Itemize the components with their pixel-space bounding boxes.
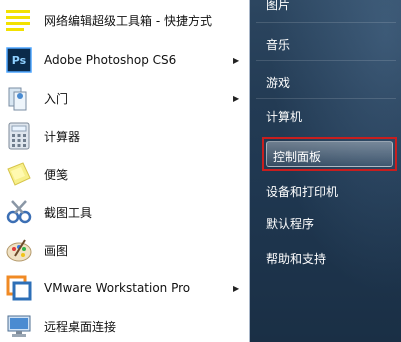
control-panel-link[interactable]: 控制面板 bbox=[273, 148, 321, 165]
sticky-notes-icon bbox=[4, 160, 34, 188]
program-label: Adobe Photoshop CS6 bbox=[44, 53, 177, 67]
paint-icon bbox=[4, 236, 34, 264]
vmware-icon bbox=[4, 274, 34, 302]
devices-printers-link[interactable]: 设备和打印机 bbox=[266, 183, 338, 200]
divider bbox=[256, 60, 396, 61]
program-item-vmware[interactable]: VMware Workstation Pro ▶ bbox=[0, 270, 249, 306]
snipping-tool-icon bbox=[4, 198, 34, 226]
program-item-photoshop[interactable]: Ps Adobe Photoshop CS6 ▶ bbox=[0, 42, 249, 78]
divider bbox=[256, 22, 396, 23]
program-item-sticky-notes[interactable]: 便笺 bbox=[0, 156, 249, 192]
computer-link[interactable]: 计算机 bbox=[266, 108, 302, 125]
control-panel-highlight[interactable]: 控制面板 bbox=[262, 137, 397, 171]
getting-started-icon bbox=[4, 84, 34, 112]
program-label: 入门 bbox=[44, 91, 69, 106]
divider bbox=[256, 98, 396, 99]
program-label: VMware Workstation Pro bbox=[44, 281, 191, 295]
program-item-toolbox[interactable]: 网络编辑超级工具箱 - 快捷方式 bbox=[0, 2, 249, 38]
program-label: 计算器 bbox=[44, 129, 81, 144]
help-support-link[interactable]: 帮助和支持 bbox=[266, 250, 326, 267]
submenu-arrow-icon[interactable]: ▶ bbox=[233, 56, 239, 65]
control-panel-hover[interactable]: 控制面板 bbox=[266, 141, 393, 167]
pictures-link[interactable]: 图片 bbox=[266, 0, 290, 13]
program-label: 截图工具 bbox=[44, 205, 93, 220]
program-item-paint[interactable]: 画图 bbox=[0, 232, 249, 268]
submenu-arrow-icon[interactable]: ▶ bbox=[233, 284, 239, 293]
program-label: 便笺 bbox=[44, 167, 69, 182]
program-list: 网络编辑超级工具箱 - 快捷方式 Ps Adobe Photoshop CS6 … bbox=[0, 0, 250, 342]
start-menu: 网络编辑超级工具箱 - 快捷方式 Ps Adobe Photoshop CS6 … bbox=[0, 0, 401, 342]
program-label: 远程桌面连接 bbox=[44, 319, 117, 334]
submenu-arrow-icon[interactable]: ▶ bbox=[233, 94, 239, 103]
default-programs-link[interactable]: 默认程序 bbox=[266, 215, 314, 232]
calculator-icon bbox=[4, 122, 34, 150]
program-label: 网络编辑超级工具箱 - 快捷方式 bbox=[44, 13, 212, 28]
program-item-calculator[interactable]: 计算器 bbox=[0, 118, 249, 154]
program-label: 画图 bbox=[44, 243, 69, 258]
program-item-snipping-tool[interactable]: 截图工具 bbox=[0, 194, 249, 230]
music-link[interactable]: 音乐 bbox=[266, 36, 290, 53]
svg-text:Ps: Ps bbox=[12, 54, 27, 67]
photoshop-icon: Ps bbox=[4, 46, 34, 74]
program-item-remote-desktop[interactable]: 远程桌面连接 bbox=[0, 308, 249, 342]
toolbox-shortcut-icon bbox=[4, 6, 34, 34]
start-menu-right-pane: 图片 音乐 游戏 计算机 设备和打印机 默认程序 帮助和支持 bbox=[250, 0, 401, 342]
games-link[interactable]: 游戏 bbox=[266, 74, 290, 91]
remote-desktop-icon bbox=[4, 312, 34, 340]
program-item-getting-started[interactable]: 入门 ▶ bbox=[0, 80, 249, 116]
